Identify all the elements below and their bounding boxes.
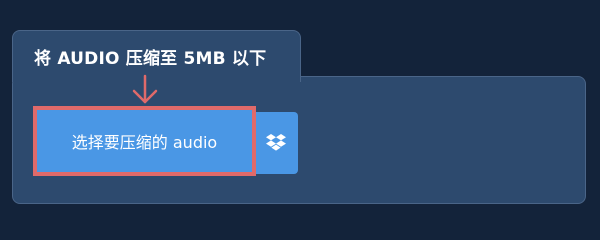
- dropbox-icon: [265, 134, 286, 151]
- panel-title: 将 AUDIO 压缩至 5MB 以下: [34, 49, 267, 69]
- dropbox-button[interactable]: [253, 112, 298, 174]
- arrow-down-icon: [132, 74, 158, 104]
- highlight-box: [33, 106, 256, 176]
